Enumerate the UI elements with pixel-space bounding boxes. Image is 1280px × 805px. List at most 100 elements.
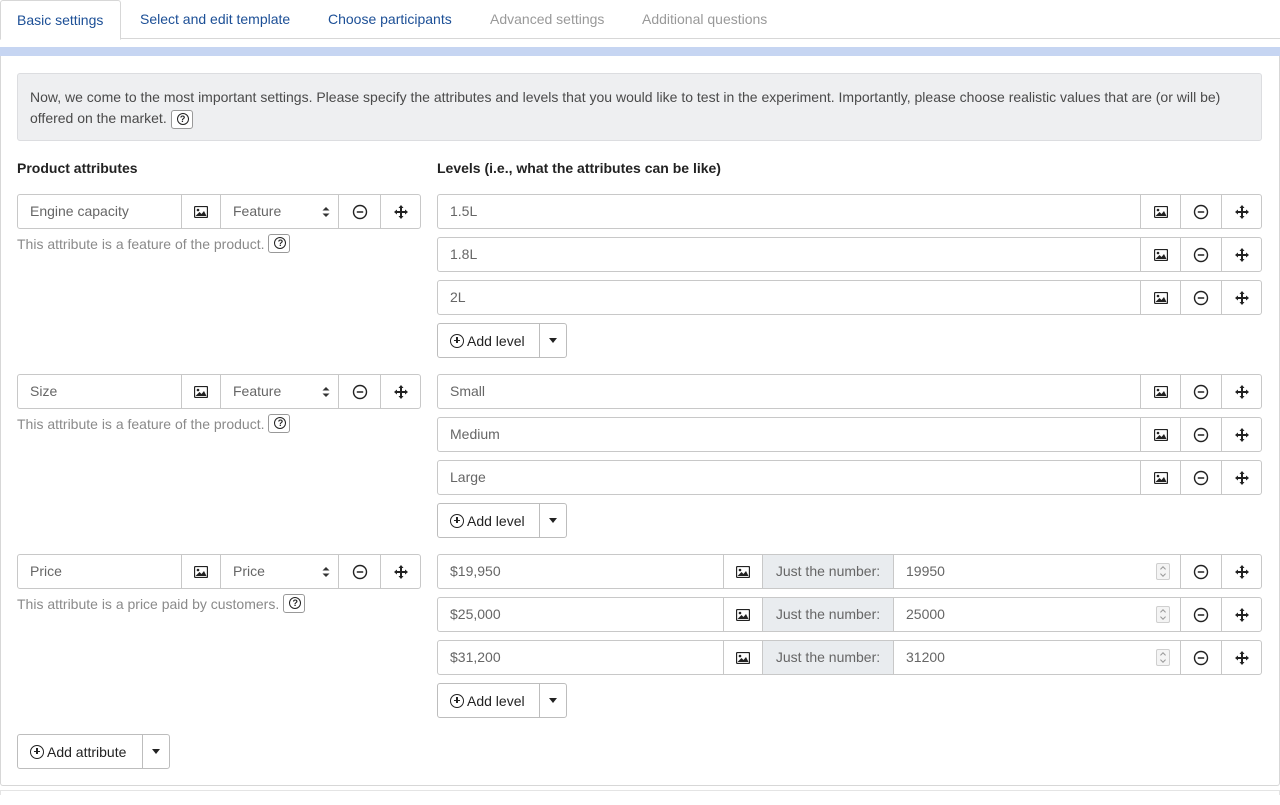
add-level-dropdown[interactable] — [539, 323, 567, 358]
minus-circle-icon[interactable] — [338, 374, 381, 409]
move-arrows-icon[interactable] — [1221, 597, 1262, 632]
level-input[interactable]: Large — [437, 460, 1142, 495]
caret-down-icon — [549, 338, 557, 343]
attribute-hint: This attribute is a price paid by custom… — [17, 594, 306, 614]
minus-circle-icon[interactable] — [1180, 237, 1222, 272]
move-arrows-icon[interactable] — [380, 374, 421, 409]
plus-circle-icon — [30, 744, 44, 759]
move-arrows-icon[interactable] — [380, 554, 421, 589]
notice-text: Now, we come to the most important setti… — [30, 89, 1221, 126]
minus-circle-icon[interactable] — [1180, 460, 1222, 495]
minus-circle-icon[interactable] — [1180, 640, 1222, 675]
minus-circle-icon[interactable] — [1180, 597, 1222, 632]
tab-additional-questions: Additional questions — [642, 11, 768, 27]
image-icon[interactable] — [723, 554, 763, 589]
spinner-arrows-icon[interactable] — [1156, 649, 1170, 666]
move-arrows-icon[interactable] — [1221, 554, 1262, 589]
attribute-hint-text: This attribute is a feature of the produ… — [17, 236, 265, 252]
tab-choose-participants[interactable]: Choose participants — [328, 0, 452, 39]
minus-circle-icon[interactable] — [338, 194, 381, 229]
level-input[interactable]: Medium — [437, 417, 1142, 452]
plus-circle-icon — [450, 693, 464, 708]
attribute-hint: This attribute is a feature of the produ… — [17, 414, 291, 434]
image-icon[interactable] — [723, 597, 763, 632]
image-icon[interactable] — [723, 640, 763, 675]
image-icon[interactable] — [181, 194, 221, 229]
image-icon[interactable] — [1140, 374, 1181, 409]
just-the-number-label: Just the number: — [762, 554, 894, 589]
add-level-label: Add level — [467, 692, 525, 709]
image-icon[interactable] — [1140, 280, 1181, 315]
move-arrows-icon[interactable] — [380, 194, 421, 229]
tab-content-band — [0, 47, 1280, 56]
image-icon[interactable] — [181, 374, 221, 409]
move-arrows-icon[interactable] — [1221, 417, 1262, 452]
price-number-value: 31200 — [906, 649, 945, 665]
price-number-input[interactable]: 25000 — [893, 597, 1181, 632]
price-level-input[interactable]: $19,950 — [437, 554, 724, 589]
level-input[interactable]: 1.5L — [437, 194, 1142, 229]
level-input[interactable]: 2L — [437, 280, 1142, 315]
add-level-dropdown[interactable] — [539, 503, 567, 538]
minus-circle-icon[interactable] — [1180, 417, 1222, 452]
attribute-type-select[interactable]: Price — [220, 554, 339, 589]
caret-down-icon — [549, 518, 557, 523]
attribute-type-select[interactable]: Feature — [220, 194, 339, 229]
attribute-type-value: Feature — [233, 383, 282, 399]
add-level-button[interactable]: Add level — [437, 683, 540, 718]
select-caret-icon — [322, 566, 330, 578]
spinner-arrows-icon[interactable] — [1156, 563, 1170, 580]
add-level-button[interactable]: Add level — [437, 323, 540, 358]
minus-circle-icon[interactable] — [1180, 280, 1222, 315]
select-caret-icon — [322, 206, 330, 218]
tab-basic-settings[interactable]: Basic settings — [0, 0, 121, 40]
move-arrows-icon[interactable] — [1221, 237, 1262, 272]
add-level-label: Add level — [467, 332, 525, 349]
question-circle-icon[interactable] — [170, 109, 193, 129]
attribute-type-select[interactable]: Feature — [220, 374, 339, 409]
price-number-input[interactable]: 19950 — [893, 554, 1181, 589]
attribute-hint-text: This attribute is a price paid by custom… — [17, 596, 280, 612]
tab-select-edit-template[interactable]: Select and edit template — [140, 0, 290, 39]
price-level-input[interactable]: $25,000 — [437, 597, 724, 632]
level-input[interactable]: Small — [437, 374, 1142, 409]
tab-advanced-settings: Advanced settings — [490, 11, 605, 27]
move-arrows-icon[interactable] — [1221, 374, 1262, 409]
attribute-name-input[interactable]: Engine capacity — [17, 194, 182, 229]
move-arrows-icon[interactable] — [1221, 460, 1262, 495]
attribute-type-value: Feature — [233, 203, 282, 219]
product-attributes-heading: Product attributes — [17, 160, 138, 176]
price-level-input[interactable]: $31,200 — [437, 640, 724, 675]
image-icon[interactable] — [1140, 460, 1181, 495]
add-attribute-label: Add attribute — [47, 743, 127, 760]
level-input[interactable]: 1.8L — [437, 237, 1142, 272]
minus-circle-icon[interactable] — [1180, 374, 1222, 409]
levels-heading: Levels (i.e., what the attributes can be… — [437, 160, 721, 176]
add-attribute-dropdown[interactable] — [142, 734, 170, 769]
image-icon[interactable] — [181, 554, 221, 589]
move-arrows-icon[interactable] — [1221, 280, 1262, 315]
image-icon[interactable] — [1140, 417, 1181, 452]
question-circle-icon[interactable] — [268, 414, 291, 434]
attribute-name-input[interactable]: Price — [17, 554, 182, 589]
attribute-type-value: Price — [233, 563, 265, 579]
add-level-button[interactable]: Add level — [437, 503, 540, 538]
add-attribute-button[interactable]: Add attribute — [17, 734, 143, 769]
minus-circle-icon[interactable] — [338, 554, 381, 589]
image-icon[interactable] — [1140, 237, 1181, 272]
question-circle-icon[interactable] — [283, 594, 306, 614]
price-number-input[interactable]: 31200 — [893, 640, 1181, 675]
minus-circle-icon[interactable] — [1180, 554, 1222, 589]
info-notice: Now, we come to the most important setti… — [17, 73, 1262, 141]
minus-circle-icon[interactable] — [1180, 194, 1222, 229]
question-circle-icon[interactable] — [268, 234, 291, 254]
image-icon[interactable] — [1140, 194, 1181, 229]
add-level-label: Add level — [467, 512, 525, 529]
just-the-number-label: Just the number: — [762, 597, 894, 632]
move-arrows-icon[interactable] — [1221, 640, 1262, 675]
add-level-dropdown[interactable] — [539, 683, 567, 718]
attribute-name-input[interactable]: Size — [17, 374, 182, 409]
spinner-arrows-icon[interactable] — [1156, 606, 1170, 623]
move-arrows-icon[interactable] — [1221, 194, 1262, 229]
plus-circle-icon — [450, 333, 464, 348]
